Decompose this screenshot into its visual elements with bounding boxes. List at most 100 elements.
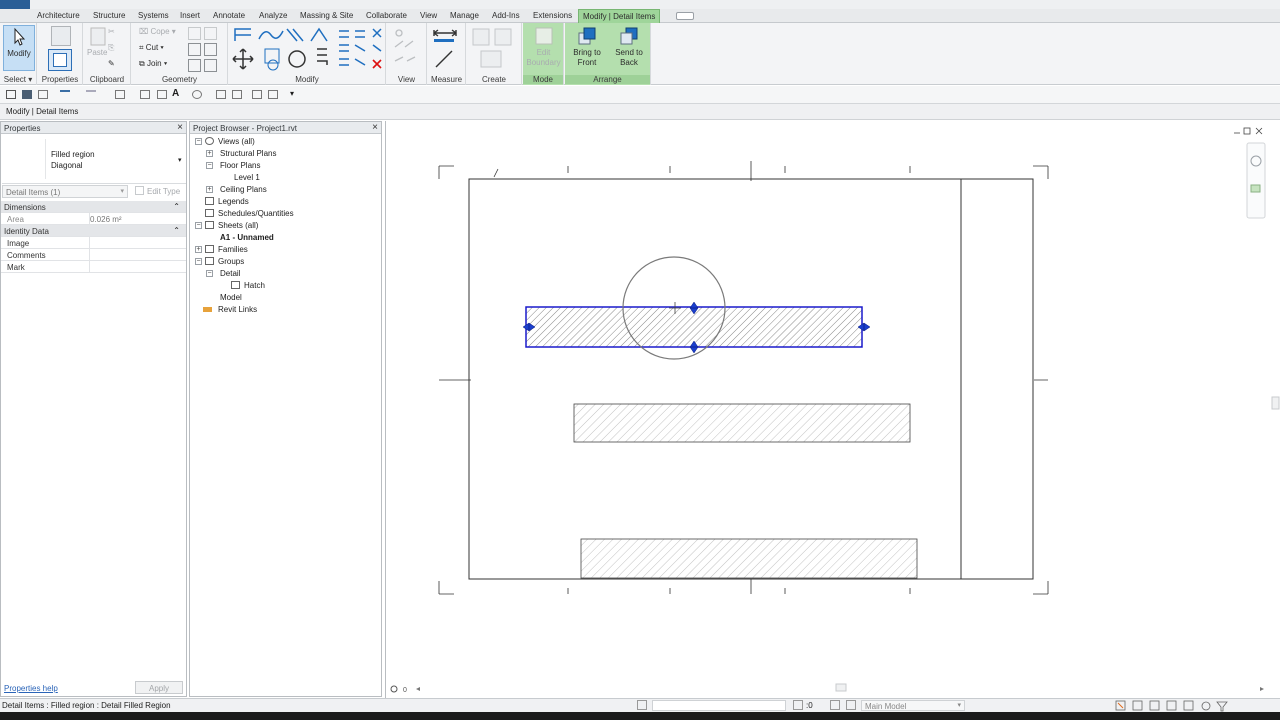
tab-extensions[interactable]: Extensions <box>533 11 572 20</box>
section-icon[interactable] <box>216 90 226 99</box>
cut-button[interactable]: ⌗ Cut ▾ <box>139 43 164 53</box>
expand-toggle-icon[interactable]: + <box>195 246 202 253</box>
tree-item-legends[interactable]: Legends <box>218 197 249 206</box>
open-icon[interactable] <box>6 90 16 99</box>
prop-row-mark[interactable]: Mark <box>1 261 186 273</box>
text-icon[interactable]: A <box>172 88 182 99</box>
design-options-icon[interactable] <box>846 700 856 710</box>
measure-tools-icons[interactable] <box>432 27 462 71</box>
application-menu-button[interactable] <box>0 0 30 9</box>
measure-icon[interactable] <box>115 90 125 99</box>
sync-icon[interactable] <box>38 90 48 99</box>
join-button[interactable]: ⧉ Join ▾ <box>139 59 167 69</box>
prop-group-dimensions[interactable]: Dimensions ⌃ <box>1 201 186 213</box>
aligned-dimension-icon[interactable] <box>140 90 150 99</box>
tab-view[interactable]: View <box>420 11 437 20</box>
selection-toggles[interactable] <box>1115 700 1237 712</box>
prop-row-image[interactable]: Image <box>1 237 186 249</box>
filter-count-icon[interactable] <box>793 700 803 710</box>
tree-item-detail[interactable]: Detail <box>220 269 240 278</box>
undo-icon[interactable] <box>60 90 70 99</box>
tree-item-sheet-a1[interactable]: A1 - Unnamed <box>220 233 274 242</box>
default-3d-icon[interactable] <box>192 90 202 99</box>
expand-toggle-icon[interactable]: + <box>206 150 213 157</box>
editable-only-icon[interactable] <box>830 700 840 710</box>
tree-item-revit-links[interactable]: Revit Links <box>218 305 257 314</box>
tab-massing-site[interactable]: Massing & Site <box>300 11 353 20</box>
view-control-icon[interactable] <box>390 685 398 693</box>
sheet-view[interactable]: 0 <box>386 121 1280 698</box>
thin-lines-icon[interactable] <box>232 90 242 99</box>
workset-field[interactable] <box>652 700 786 711</box>
tree-item-groups[interactable]: Groups <box>218 257 244 266</box>
navigation-bar[interactable] <box>1246 142 1266 219</box>
send-to-back-button[interactable]: Send to Back <box>609 25 649 68</box>
filled-region-2[interactable] <box>573 403 911 443</box>
paint-icon[interactable] <box>204 27 217 40</box>
tab-systems[interactable]: Systems <box>138 11 169 20</box>
tree-item-structural-plans[interactable]: Structural Plans <box>220 149 276 158</box>
close-icon[interactable]: × <box>372 122 378 133</box>
tab-analyze[interactable]: Analyze <box>259 11 287 20</box>
tree-item-floor-plans[interactable]: Floor Plans <box>220 161 260 170</box>
split-face-icon[interactable] <box>188 27 201 40</box>
tab-collaborate[interactable]: Collaborate <box>366 11 407 20</box>
tab-modify-detail-items[interactable]: Modify | Detail Items <box>578 9 661 23</box>
match-type-icon[interactable]: ✎ <box>108 59 115 68</box>
filled-region-3[interactable] <box>580 538 918 579</box>
tree-item-hatch[interactable]: Hatch <box>244 281 265 290</box>
tree-item-families[interactable]: Families <box>218 245 248 254</box>
collapse-icon[interactable]: ⌃ <box>173 202 180 211</box>
tree-item-level-1[interactable]: Level 1 <box>234 173 260 182</box>
ribbon-minimize-toggle[interactable] <box>676 12 694 20</box>
collapse-toggle-icon[interactable]: − <box>206 270 213 277</box>
save-icon[interactable] <box>22 90 32 99</box>
tree-item-ceiling-plans[interactable]: Ceiling Plans <box>220 185 267 194</box>
close-icon[interactable]: × <box>177 122 183 133</box>
vertical-scrollbar-thumb[interactable] <box>1271 396 1280 410</box>
instance-filter-dropdown[interactable]: Detail Items (1) ▾ <box>2 185 128 198</box>
create-tools-icons[interactable] <box>471 27 517 71</box>
tag-icon[interactable] <box>157 90 167 99</box>
type-properties-icon[interactable] <box>51 26 71 46</box>
modify-button[interactable]: Modify <box>3 25 35 71</box>
view-window-controls[interactable] <box>1234 127 1263 135</box>
expand-toggle-icon[interactable]: + <box>206 186 213 193</box>
collapse-toggle-icon[interactable]: − <box>195 222 202 229</box>
type-selector[interactable]: Filled region Diagonal ▾ <box>2 136 186 184</box>
main-model-dropdown[interactable]: Main Model ▾ <box>861 700 965 711</box>
edit-boundary-button[interactable]: Edit Boundary <box>525 25 562 68</box>
tab-structure[interactable]: Structure <box>93 11 125 20</box>
prop-group-identity-data[interactable]: Identity Data ⌃ <box>1 225 186 237</box>
tab-insert[interactable]: Insert <box>180 11 200 20</box>
edit-type-button[interactable]: Edit Type <box>133 185 185 198</box>
close-hidden-icon[interactable] <box>252 90 262 99</box>
view-tools-icons[interactable] <box>391 27 423 71</box>
customize-qat-icon[interactable]: ▾ <box>290 89 300 98</box>
tab-manage[interactable]: Manage <box>450 11 479 20</box>
tree-item-sheets[interactable]: Sheets (all) <box>218 221 258 230</box>
linework-icon[interactable] <box>188 59 201 72</box>
redo-icon[interactable] <box>86 90 96 99</box>
properties-palette-icon[interactable] <box>48 49 72 71</box>
properties-help-link[interactable]: Properties help <box>4 684 58 693</box>
switch-windows-icon[interactable] <box>268 90 278 99</box>
paste-button[interactable]: Paste <box>87 25 107 58</box>
scissors-icon[interactable]: ✂ <box>108 27 115 36</box>
remove-paint-icon[interactable] <box>204 59 217 72</box>
collapse-toggle-icon[interactable]: − <box>206 162 213 169</box>
collapse-toggle-icon[interactable]: − <box>195 258 202 265</box>
prop-row-comments[interactable]: Comments <box>1 249 186 261</box>
tab-annotate[interactable]: Annotate <box>213 11 245 20</box>
drawing-area[interactable]: 0 <box>385 121 1280 698</box>
tree-item-schedules[interactable]: Schedules/Quantities <box>218 209 294 218</box>
copy-icon[interactable]: ⎘ <box>108 43 114 53</box>
worksets-icon[interactable] <box>637 700 647 710</box>
tab-add-ins[interactable]: Add-Ins <box>492 11 520 20</box>
demolish-icon[interactable] <box>204 43 217 56</box>
bring-to-front-button[interactable]: Bring to Front <box>567 25 607 68</box>
modify-tools-icons[interactable] <box>231 25 385 75</box>
wall-joins-icon[interactable] <box>188 43 201 56</box>
panel-select-label[interactable]: Select ▾ <box>0 75 36 84</box>
zoom-icon[interactable] <box>1250 184 1261 193</box>
